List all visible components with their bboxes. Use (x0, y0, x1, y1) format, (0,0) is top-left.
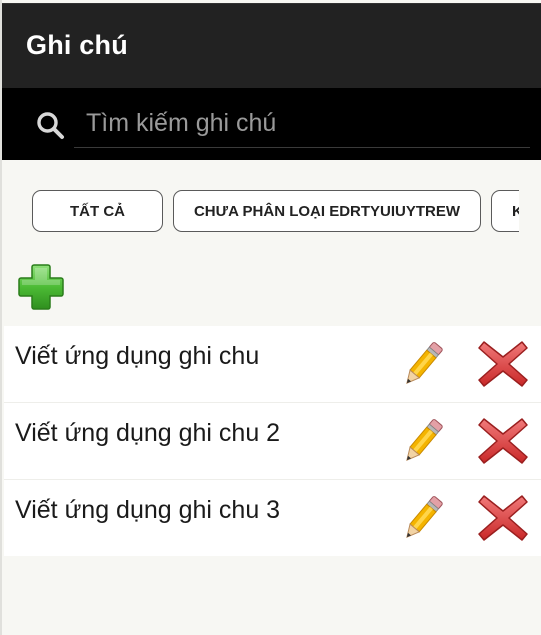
page-title: Ghi chú (26, 30, 128, 60)
pencil-icon (398, 415, 448, 467)
notes-list: Viết ứng dụng ghi chu Viết ứng dụng ghi … (4, 326, 541, 556)
note-item[interactable]: Viết ứng dụng ghi chu 2 (4, 403, 541, 480)
category-chip-all[interactable]: TẤT CẢ (32, 190, 163, 232)
delete-note-button[interactable] (476, 338, 530, 390)
edit-note-button[interactable] (398, 492, 448, 544)
search-input[interactable] (74, 100, 530, 148)
edit-note-button[interactable] (398, 415, 448, 467)
add-note-button[interactable] (16, 262, 66, 312)
app-toolbar: Ghi chú (2, 3, 541, 89)
note-title: Viết ứng dụng ghi chu 3 (15, 496, 281, 524)
note-item[interactable]: Viết ứng dụng ghi chu 3 (4, 480, 541, 556)
edit-note-button[interactable] (398, 338, 448, 390)
plus-icon (16, 262, 66, 312)
pencil-icon (398, 492, 448, 544)
note-title: Viết ứng dụng ghi chu (15, 342, 260, 370)
app-screen: Ghi chú TẤT CẢCHƯA PHÂN LOẠI EDRTYUIUYTR… (0, 0, 541, 635)
note-title: Viết ứng dụng ghi chu 2 (15, 419, 281, 447)
delete-note-button[interactable] (476, 415, 530, 467)
note-item[interactable]: Viết ứng dụng ghi chu (4, 326, 541, 403)
category-chip-partial[interactable]: K (491, 190, 519, 232)
search-icon[interactable] (35, 110, 67, 142)
x-icon (476, 415, 530, 467)
search-bar (2, 88, 541, 160)
category-chip-uncategorized[interactable]: CHƯA PHÂN LOẠI EDRTYUIUYTREW (173, 190, 481, 232)
delete-note-button[interactable] (476, 492, 530, 544)
x-icon (476, 338, 530, 390)
category-filter-bar: TẤT CẢ CHƯA PHÂN LOẠI EDRTYUIUYTREW K (32, 190, 519, 234)
x-icon (476, 492, 530, 544)
pencil-icon (398, 338, 448, 390)
